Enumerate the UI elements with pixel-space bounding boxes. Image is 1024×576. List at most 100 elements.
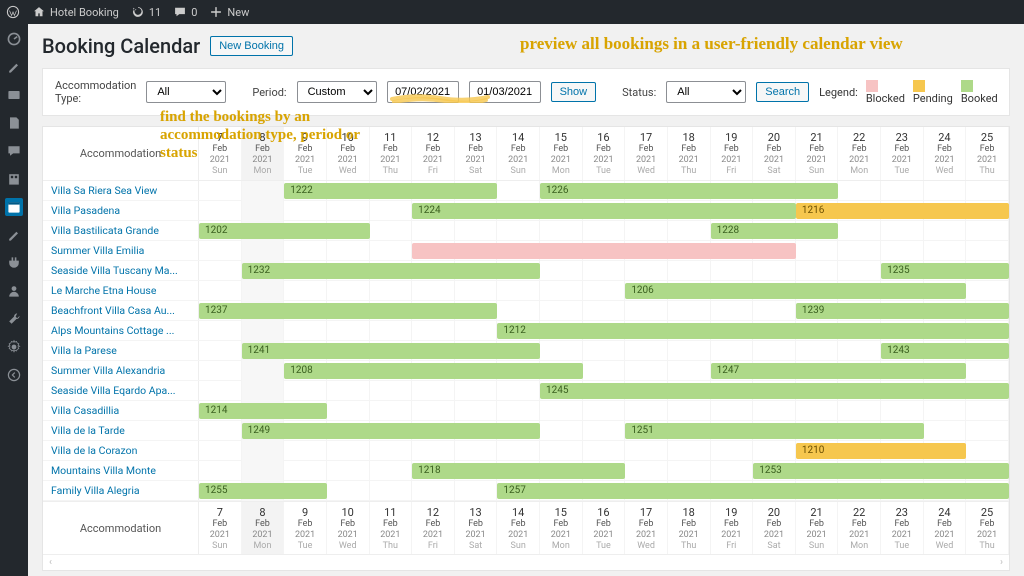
- day-header: 11Feb2021Thu: [370, 502, 413, 554]
- accommodation-link[interactable]: Alps Mountains Cottage ...: [43, 321, 199, 340]
- booking-bar[interactable]: 1241: [242, 343, 540, 359]
- accommodation-link[interactable]: Villa Pasadena: [43, 201, 199, 220]
- booking-bar[interactable]: 1210: [796, 443, 967, 459]
- adminbar-updates[interactable]: 11: [131, 5, 161, 19]
- menu-appearance-icon[interactable]: [5, 226, 23, 244]
- booking-bar[interactable]: 1218: [412, 463, 625, 479]
- admin-bar: Hotel Booking 11 0 New: [0, 0, 1024, 24]
- accommodation-link[interactable]: Villa Sa Riera Sea View: [43, 181, 199, 200]
- accommodation-link[interactable]: Villa Casadillia: [43, 401, 199, 420]
- date-from-input[interactable]: [387, 81, 459, 103]
- booking-bar[interactable]: 1251: [625, 423, 923, 439]
- menu-collapse-icon[interactable]: [5, 366, 23, 384]
- adminbar-new[interactable]: New: [209, 5, 249, 19]
- adminbar-site[interactable]: Hotel Booking: [32, 5, 119, 19]
- menu-bookings-icon[interactable]: [5, 198, 23, 216]
- calendar-row: Alps Mountains Cottage ... 1212: [43, 321, 1009, 341]
- day-header: 8Feb2021Mon: [242, 502, 285, 554]
- day-header: 11Feb2021Thu: [370, 127, 413, 180]
- booking-bar[interactable]: 1239: [796, 303, 1009, 319]
- accommodation-link[interactable]: Villa la Parese: [43, 341, 199, 360]
- menu-posts-icon[interactable]: [5, 58, 23, 76]
- booking-bar[interactable]: 1216: [796, 203, 1009, 219]
- booking-bar[interactable]: 1212: [497, 323, 1009, 339]
- booking-bar[interactable]: 1247: [711, 363, 967, 379]
- booking-bar[interactable]: 1226: [540, 183, 838, 199]
- booking-bar[interactable]: 1237: [199, 303, 497, 319]
- day-header: 24Feb2021Wed: [924, 502, 967, 554]
- booking-bar[interactable]: 1243: [881, 343, 1009, 359]
- calendar-footer: Accommodation 7Feb2021Sun8Feb2021Mon9Feb…: [43, 501, 1009, 555]
- wp-logo-icon[interactable]: [6, 5, 20, 19]
- date-to-input[interactable]: [469, 81, 541, 103]
- accommodation-link[interactable]: Mountains Villa Monte: [43, 461, 199, 480]
- booking-bar[interactable]: 1222: [284, 183, 497, 199]
- day-header: 14Feb2021Sun: [497, 502, 540, 554]
- day-header: 7Feb2021Sun: [199, 502, 242, 554]
- day-header: 13Feb2021Sat: [455, 127, 498, 180]
- menu-tools-icon[interactable]: [5, 310, 23, 328]
- day-header: 12Feb2021Fri: [412, 127, 455, 180]
- booking-bar[interactable]: 1232: [242, 263, 540, 279]
- accommodation-link[interactable]: Summer Villa Emilia: [43, 241, 199, 260]
- accommodation-link[interactable]: Villa de la Tarde: [43, 421, 199, 440]
- accommodation-link[interactable]: Villa Bastilicata Grande: [43, 221, 199, 240]
- menu-comments-icon[interactable]: [5, 142, 23, 160]
- menu-settings-icon[interactable]: [5, 338, 23, 356]
- filter-bar: Accommodation Type: All Period: Custom S…: [42, 68, 1010, 116]
- day-header: 19Feb2021Fri: [711, 502, 754, 554]
- booking-bar[interactable]: 1224: [412, 203, 796, 219]
- day-header: 24Feb2021Wed: [924, 127, 967, 180]
- accommodation-link[interactable]: Seaside Villa Tuscany Ma...: [43, 261, 199, 280]
- booking-bar[interactable]: 1253: [753, 463, 1009, 479]
- show-button[interactable]: Show: [551, 82, 597, 102]
- new-booking-button[interactable]: New Booking: [210, 36, 293, 56]
- accommodation-link[interactable]: Seaside Villa Eqardo Apa...: [43, 381, 199, 400]
- booking-bar[interactable]: 1214: [199, 403, 327, 419]
- menu-users-icon[interactable]: [5, 282, 23, 300]
- search-button[interactable]: Search: [756, 82, 809, 102]
- period-select[interactable]: Custom: [297, 81, 377, 103]
- booking-bar[interactable]: 1228: [711, 223, 839, 239]
- accommodation-link[interactable]: Le Marche Etna House: [43, 281, 199, 300]
- scroll-hint[interactable]: ‹›: [43, 555, 1009, 570]
- calendar-row: Mountains Villa Monte 1218 1253: [43, 461, 1009, 481]
- adminbar-comments[interactable]: 0: [173, 5, 197, 19]
- accommodation-link[interactable]: Family Villa Alegria: [43, 481, 199, 500]
- calendar-row: Seaside Villa Tuscany Ma... 1232 1235: [43, 261, 1009, 281]
- header-accommodation-label: Accommodation: [43, 127, 199, 180]
- booking-bar[interactable]: 1257: [497, 483, 1009, 499]
- day-header: 9Feb2021Tue: [284, 127, 327, 180]
- day-header: 12Feb2021Fri: [412, 502, 455, 554]
- booking-bar[interactable]: 1249: [242, 423, 540, 439]
- status-select[interactable]: All: [666, 81, 746, 103]
- day-header: 22Feb2021Mon: [838, 127, 881, 180]
- booking-bar[interactable]: 1255: [199, 483, 327, 499]
- menu-plugins-icon[interactable]: [5, 254, 23, 272]
- day-header: 9Feb2021Tue: [284, 502, 327, 554]
- menu-pages-icon[interactable]: [5, 114, 23, 132]
- day-header: 7Feb2021Sun: [199, 127, 242, 180]
- booking-bar[interactable]: [412, 243, 796, 259]
- calendar-row: Le Marche Etna House 1206: [43, 281, 1009, 301]
- legend-booked-swatch: [961, 80, 973, 92]
- menu-media-icon[interactable]: [5, 86, 23, 104]
- booking-bar[interactable]: 1206: [625, 283, 966, 299]
- booking-bar[interactable]: 1202: [199, 223, 370, 239]
- accommodation-link[interactable]: Summer Villa Alexandria: [43, 361, 199, 380]
- calendar-row: Villa Sa Riera Sea View 1222 1226: [43, 181, 1009, 201]
- booking-bar[interactable]: 1245: [540, 383, 1009, 399]
- legend: Legend: Blocked Pending Booked: [819, 79, 998, 105]
- booking-bar[interactable]: 1235: [881, 263, 1009, 279]
- menu-dashboard-icon[interactable]: [5, 30, 23, 48]
- booking-bar[interactable]: 1208: [284, 363, 582, 379]
- type-select[interactable]: All: [146, 81, 226, 103]
- page-title: Booking Calendar: [42, 34, 200, 58]
- menu-accommodation-icon[interactable]: [5, 170, 23, 188]
- calendar-row: Villa de la Tarde 1249 1251: [43, 421, 1009, 441]
- accommodation-link[interactable]: Beachfront Villa Casa Au...: [43, 301, 199, 320]
- legend-blocked-swatch: [866, 80, 878, 92]
- calendar-row: Villa Casadillia1214: [43, 401, 1009, 421]
- day-header: 20Feb2021Sat: [753, 502, 796, 554]
- accommodation-link[interactable]: Villa de la Corazon: [43, 441, 199, 460]
